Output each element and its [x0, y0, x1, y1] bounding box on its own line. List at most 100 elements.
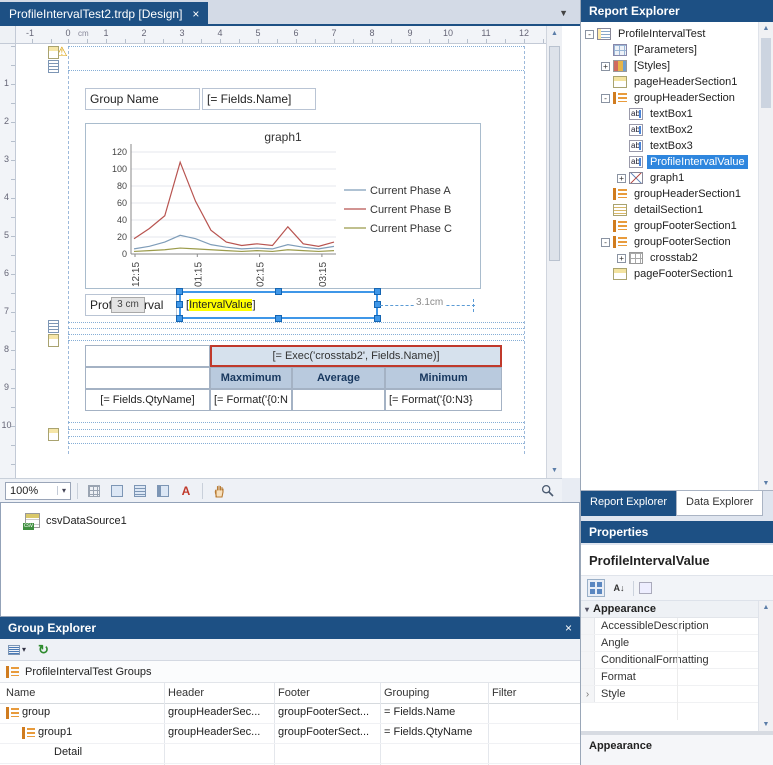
tree-item-pageHeaderSection1[interactable]: pageHeaderSection1 [581, 74, 758, 90]
crosstab-column-maxmimum[interactable]: Maxmimum [210, 367, 292, 389]
grid-toggle-button[interactable] [84, 481, 104, 500]
property-expander-icon[interactable]: › [581, 686, 595, 702]
group-row-name[interactable]: group [22, 706, 50, 718]
textbox-group-name[interactable]: Group Name [85, 88, 200, 110]
zoom-dropdown-icon[interactable]: ▾ [57, 486, 70, 495]
snap-grid-button[interactable] [107, 481, 127, 500]
crosstab-row-label[interactable]: [= Fields.QtyName] [85, 389, 210, 411]
group-row-footer[interactable]: groupFooterSect... [278, 726, 369, 738]
toolbar-separator [202, 482, 203, 499]
groups-root-icon [6, 665, 19, 678]
tree-item-groupHeaderSection1[interactable]: groupHeaderSection1 [581, 186, 758, 202]
scroll-up-icon[interactable]: ▲ [759, 604, 773, 611]
page-header-section-icon[interactable] [48, 46, 59, 59]
tree-item-textBox3[interactable]: textBox3 [581, 138, 758, 154]
refresh-button[interactable]: ↻ [34, 641, 53, 659]
document-tab[interactable]: ProfileIntervalTest2.trdp [Design] × [0, 2, 209, 26]
tree-expander-icon[interactable]: - [601, 237, 610, 247]
tree-expander-icon[interactable]: - [585, 29, 594, 39]
section-separator [68, 328, 524, 329]
tree-item-label: groupHeaderSection1 [634, 188, 742, 200]
design-canvas[interactable]: ⚠ Group Name [= Fields.Name] graph1 0 20… [16, 44, 546, 478]
tree-item-textBox2[interactable]: textBox2 [581, 122, 758, 138]
crosstab-header-cell[interactable]: [= Exec('crosstab2', Fields.Name)] [210, 345, 502, 367]
selection-handle[interactable] [274, 315, 282, 322]
font-size-button[interactable]: A [176, 481, 196, 500]
tree-scrollbar[interactable]: ▲ ▼ [758, 22, 773, 490]
group-row-header[interactable]: groupHeaderSec... [168, 706, 260, 718]
selection-handle[interactable] [176, 288, 183, 295]
group-row-grouping[interactable]: = Fields.QtyName [384, 726, 472, 738]
tree-expander-icon[interactable]: - [601, 93, 610, 103]
categorized-button[interactable] [587, 579, 605, 597]
scrollbar-thumb[interactable] [761, 38, 771, 108]
snap-lines-button[interactable] [130, 481, 150, 500]
crosstab-value-cell[interactable] [292, 389, 385, 411]
page-footer-section-icon[interactable] [48, 428, 59, 441]
tab-overflow-icon[interactable]: ▼ [559, 8, 568, 18]
group-row-footer[interactable]: groupFooterSect... [278, 706, 369, 718]
scroll-down-icon[interactable]: ▼ [759, 721, 773, 728]
property-pages-icon[interactable] [639, 582, 652, 594]
tree-item-detailSection1[interactable]: detailSection1 [581, 202, 758, 218]
tree-item-graph1[interactable]: + graph1 [581, 170, 758, 186]
crosstab-empty-cell[interactable] [85, 367, 210, 389]
scroll-down-icon[interactable]: ▼ [759, 480, 773, 487]
tab-data-explorer[interactable]: Data Explorer [676, 491, 764, 516]
tree-item-textBox1[interactable]: textBox1 [581, 106, 758, 122]
group-row-header[interactable]: groupHeaderSec... [168, 726, 260, 738]
tree-expander-icon[interactable]: + [617, 173, 626, 183]
tree-item-groupFooterSection[interactable]: - groupFooterSection [581, 234, 758, 250]
groups-root-row[interactable]: ProfileIntervalTest Groups [0, 661, 580, 683]
group-explorer-close-icon[interactable]: × [565, 621, 572, 635]
group-row-grouping[interactable]: = Fields.Name [384, 706, 455, 718]
scrollbar-thumb[interactable] [549, 46, 560, 261]
selection-handle[interactable] [374, 315, 381, 322]
sort-alphabetical-button[interactable]: A↓ [610, 579, 628, 597]
tree-item-ProfileIntervalValue[interactable]: ProfileIntervalValue [581, 154, 758, 170]
graph1-chart[interactable]: graph1 0 20 40 60 80 100 120 12:15 01:15 02:15 03:1… [85, 123, 481, 289]
zoom-tool-button[interactable] [537, 481, 557, 500]
scroll-down-icon[interactable]: ▼ [547, 467, 562, 474]
group-view-button[interactable]: ▾ [4, 641, 30, 659]
crosstab-value-cell[interactable]: [= Format('{0:N [210, 389, 292, 411]
tree-item-label: groupFooterSection1 [634, 220, 737, 232]
crosstab-corner-cell[interactable] [85, 345, 210, 367]
crosstab-column-minimum[interactable]: Minimum [385, 367, 502, 389]
pan-tool-button[interactable] [209, 481, 229, 500]
tree-item-[Styles][interactable]: + [Styles] [581, 58, 758, 74]
tree-expander-icon[interactable]: + [617, 253, 626, 263]
tree-item-groupFooterSection1[interactable]: groupFooterSection1 [581, 218, 758, 234]
textbox-fields-name[interactable]: [= Fields.Name] [202, 88, 316, 110]
selection-handle[interactable] [274, 288, 282, 295]
tree-item-ProfileIntervalTest[interactable]: - ProfileIntervalTest [581, 26, 758, 42]
ruler-toggle-button[interactable] [153, 481, 173, 500]
design-vertical-scrollbar[interactable]: ▲ ▼ [546, 26, 562, 478]
crosstab2-table[interactable]: [= Exec('crosstab2', Fields.Name)] Maxmi… [85, 345, 502, 411]
selected-textbox-interval-value[interactable]: [IntervalValue] [176, 288, 381, 322]
crosstab-column-average[interactable]: Average [292, 367, 385, 389]
group-row-name[interactable]: Detail [54, 746, 82, 758]
tree-item-crosstab2[interactable]: + crosstab2 [581, 250, 758, 266]
crosstab-value-cell[interactable]: [= Format('{0:N3} [385, 389, 502, 411]
tab-report-explorer[interactable]: Report Explorer [581, 491, 677, 516]
tree-item-[Parameters][interactable]: [Parameters] [581, 42, 758, 58]
property-category-row[interactable]: ▾ Appearance [581, 601, 773, 618]
tree-item-pageFooterSection1[interactable]: pageFooterSection1 [581, 266, 758, 282]
group-row-name[interactable]: group1 [38, 726, 72, 738]
group-footer-section-icon[interactable] [48, 334, 59, 347]
zoom-combobox[interactable]: 100% ▾ [5, 481, 71, 500]
selection-handle[interactable] [176, 301, 183, 308]
tab-close-icon[interactable]: × [192, 7, 199, 21]
selection-handle[interactable] [374, 288, 381, 295]
category-collapse-icon[interactable]: ▾ [585, 605, 589, 614]
scroll-up-icon[interactable]: ▲ [547, 30, 562, 37]
tree-item-groupHeaderSection[interactable]: - groupHeaderSection [581, 90, 758, 106]
selection-handle[interactable] [176, 315, 183, 322]
detail-section-icon[interactable] [48, 320, 59, 333]
scroll-up-icon[interactable]: ▲ [759, 25, 773, 32]
group-header-section-icon[interactable] [48, 60, 59, 73]
tree-expander-icon[interactable]: + [601, 61, 610, 71]
datasource-item[interactable]: csvDataSource1 [1, 503, 579, 530]
properties-scrollbar[interactable]: ▲ ▼ [758, 601, 773, 731]
